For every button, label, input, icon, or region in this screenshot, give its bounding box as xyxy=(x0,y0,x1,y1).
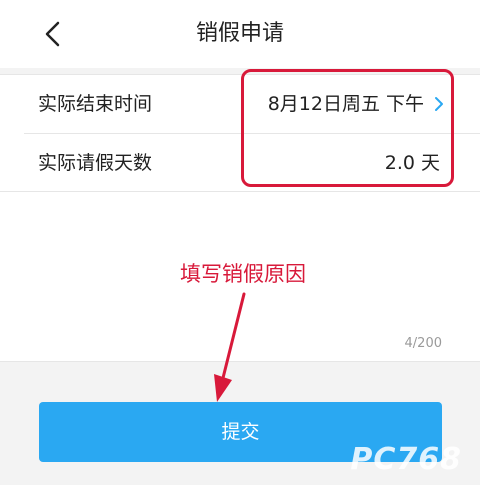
annotation-text: 填写销假原因 xyxy=(180,262,306,286)
page-title: 销假申请 xyxy=(195,21,284,46)
row-value-end-time: 8月12日周五 下午 xyxy=(267,93,424,115)
submit-button[interactable]: 提交 xyxy=(39,402,442,462)
char-counter: 4/200 xyxy=(404,336,442,351)
row-value-leave-days: 2.0 天 xyxy=(384,152,440,174)
chevron-left-icon[interactable] xyxy=(38,18,70,50)
row-label-end-time: 实际结束时间 xyxy=(38,93,153,115)
chevron-right-icon xyxy=(435,97,443,111)
app-header: 销假申请 xyxy=(0,0,480,68)
row-actual-end-time[interactable]: 实际结束时间 8月12日周五 下午 xyxy=(0,75,480,133)
row-actual-leave-days: 实际请假天数 2.0 天 xyxy=(0,134,480,192)
row-label-leave-days: 实际请假天数 xyxy=(38,152,153,174)
leave-info-list: 实际结束时间 8月12日周五 下午 实际请假天数 2.0 天 xyxy=(0,74,480,192)
